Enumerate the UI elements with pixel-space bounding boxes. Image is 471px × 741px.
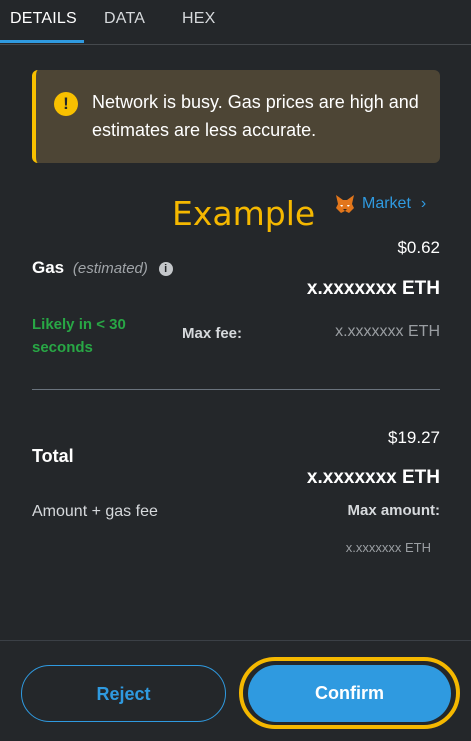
section-divider	[32, 389, 440, 390]
tab-bar: DETAILS DATA HEX	[0, 0, 471, 45]
metamask-fox-icon	[336, 195, 354, 213]
market-label: Market	[362, 195, 411, 212]
market-gas-option-link[interactable]: Market ›	[334, 192, 426, 216]
example-overlay-label: Example	[172, 194, 316, 233]
max-amount-label: Max amount:	[347, 502, 440, 519]
max-amount-value: x.xxxxxxx ETH	[345, 540, 431, 555]
exclamation-circle-icon: !	[54, 92, 78, 116]
action-footer: Reject Confirm	[0, 640, 471, 741]
chevron-right-icon: ›	[420, 195, 427, 212]
likely-time-estimate: Likely in < 30 seconds	[32, 316, 126, 356]
gas-label-row: Gas (estimated) i	[32, 258, 173, 278]
tab-data[interactable]: DATA	[104, 10, 145, 28]
total-label: Total	[32, 446, 74, 466]
tab-hex[interactable]: HEX	[182, 10, 216, 28]
gas-estimated-label: (estimated)	[72, 260, 148, 277]
reject-button[interactable]: Reject	[21, 665, 226, 722]
confirm-button[interactable]: Confirm	[248, 665, 451, 722]
max-fee-label: Max fee:	[182, 325, 243, 342]
tab-details[interactable]: DETAILS	[10, 10, 77, 28]
gas-fee-usd: $0.62	[397, 238, 440, 257]
info-icon[interactable]: i	[158, 262, 173, 276]
gas-fee-eth: x.xxxxxxx ETH	[306, 278, 440, 299]
warning-text: Network is busy. Gas prices are high and…	[92, 92, 419, 140]
network-busy-warning: ! Network is busy. Gas prices are high a…	[32, 70, 440, 163]
amount-plus-gas-label: Amount + gas fee	[32, 503, 158, 520]
active-tab-indicator	[0, 40, 84, 43]
total-usd: $19.27	[388, 428, 440, 447]
gas-label: Gas	[32, 258, 65, 277]
max-fee-value: x.xxxxxxx ETH	[335, 323, 440, 340]
total-eth: x.xxxxxxx ETH	[306, 467, 440, 488]
